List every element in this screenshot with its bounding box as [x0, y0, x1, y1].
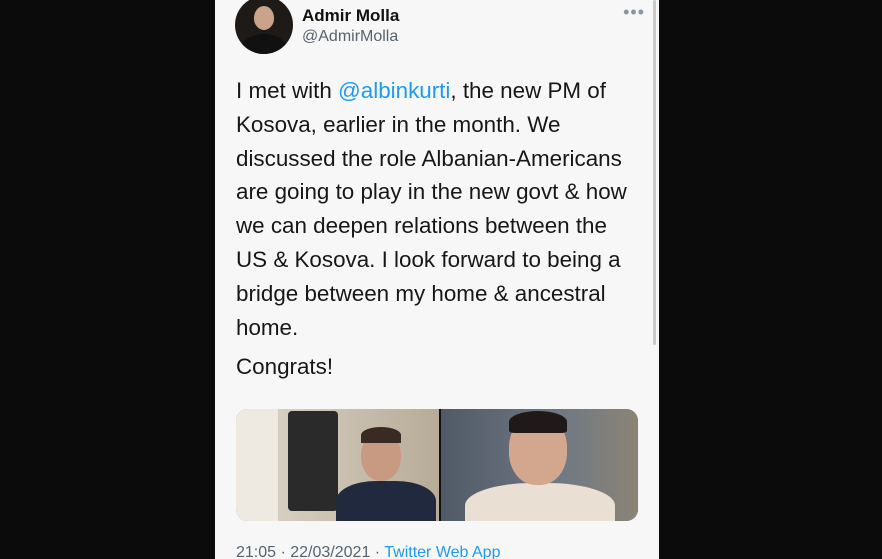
- hanging-coat: [288, 411, 338, 511]
- tweet-line: are going to play in the new govt & how: [236, 179, 627, 205]
- tweet-line: we can deepen relations between the: [236, 213, 607, 239]
- avatar[interactable]: [235, 0, 293, 54]
- person-right-hair: [509, 411, 567, 433]
- window-light: [236, 409, 278, 521]
- person-left-suit: [336, 481, 436, 521]
- tweet-timestamp[interactable]: 21:05 · 22/03/2021 ·: [236, 544, 384, 559]
- tweet-header: Admir Molla @AdmirMolla •••: [235, 0, 645, 56]
- person-left-hair: [361, 427, 401, 443]
- author-handle[interactable]: @AdmirMolla: [302, 28, 398, 46]
- tweet-line: Kosova, earlier in the month. We: [236, 111, 561, 137]
- tweet-footer: 21:05 · 22/03/2021 · Twitter Web App: [236, 544, 500, 559]
- video-call-left-pane: [236, 409, 439, 521]
- tweet-line-1: I met with @albinkurti, the new PM of: [236, 74, 646, 108]
- tweet-text-segment: , the new PM of: [450, 78, 606, 103]
- mention-link[interactable]: @albinkurti: [338, 78, 450, 103]
- tweet-closing: Congrats!: [236, 354, 334, 379]
- tweet-card: Admir Molla @AdmirMolla ••• I met with @…: [215, 0, 659, 559]
- more-options-icon[interactable]: •••: [623, 2, 645, 23]
- avatar-shirt: [241, 34, 287, 54]
- tweet-line: US & Kosova. I look forward to being a: [236, 246, 621, 272]
- tweet-photo[interactable]: [236, 409, 638, 521]
- avatar-face: [254, 6, 274, 30]
- tweet-line: bridge between my home & ancestral: [236, 280, 606, 306]
- person-left: [336, 427, 436, 521]
- video-call-right-pane: [441, 409, 638, 521]
- tweet-text: I met with @albinkurti, the new PM of Ko…: [236, 74, 646, 344]
- scrollbar[interactable]: [653, 0, 656, 345]
- person-right-shirt: [465, 483, 615, 521]
- author-name[interactable]: Admir Molla: [302, 6, 399, 26]
- tweet-line: home.: [236, 314, 299, 340]
- source-app-link[interactable]: Twitter Web App: [384, 544, 500, 559]
- tweet-line: discussed the role Albanian-Americans: [236, 145, 622, 171]
- tweet-text-segment: I met with: [236, 78, 339, 103]
